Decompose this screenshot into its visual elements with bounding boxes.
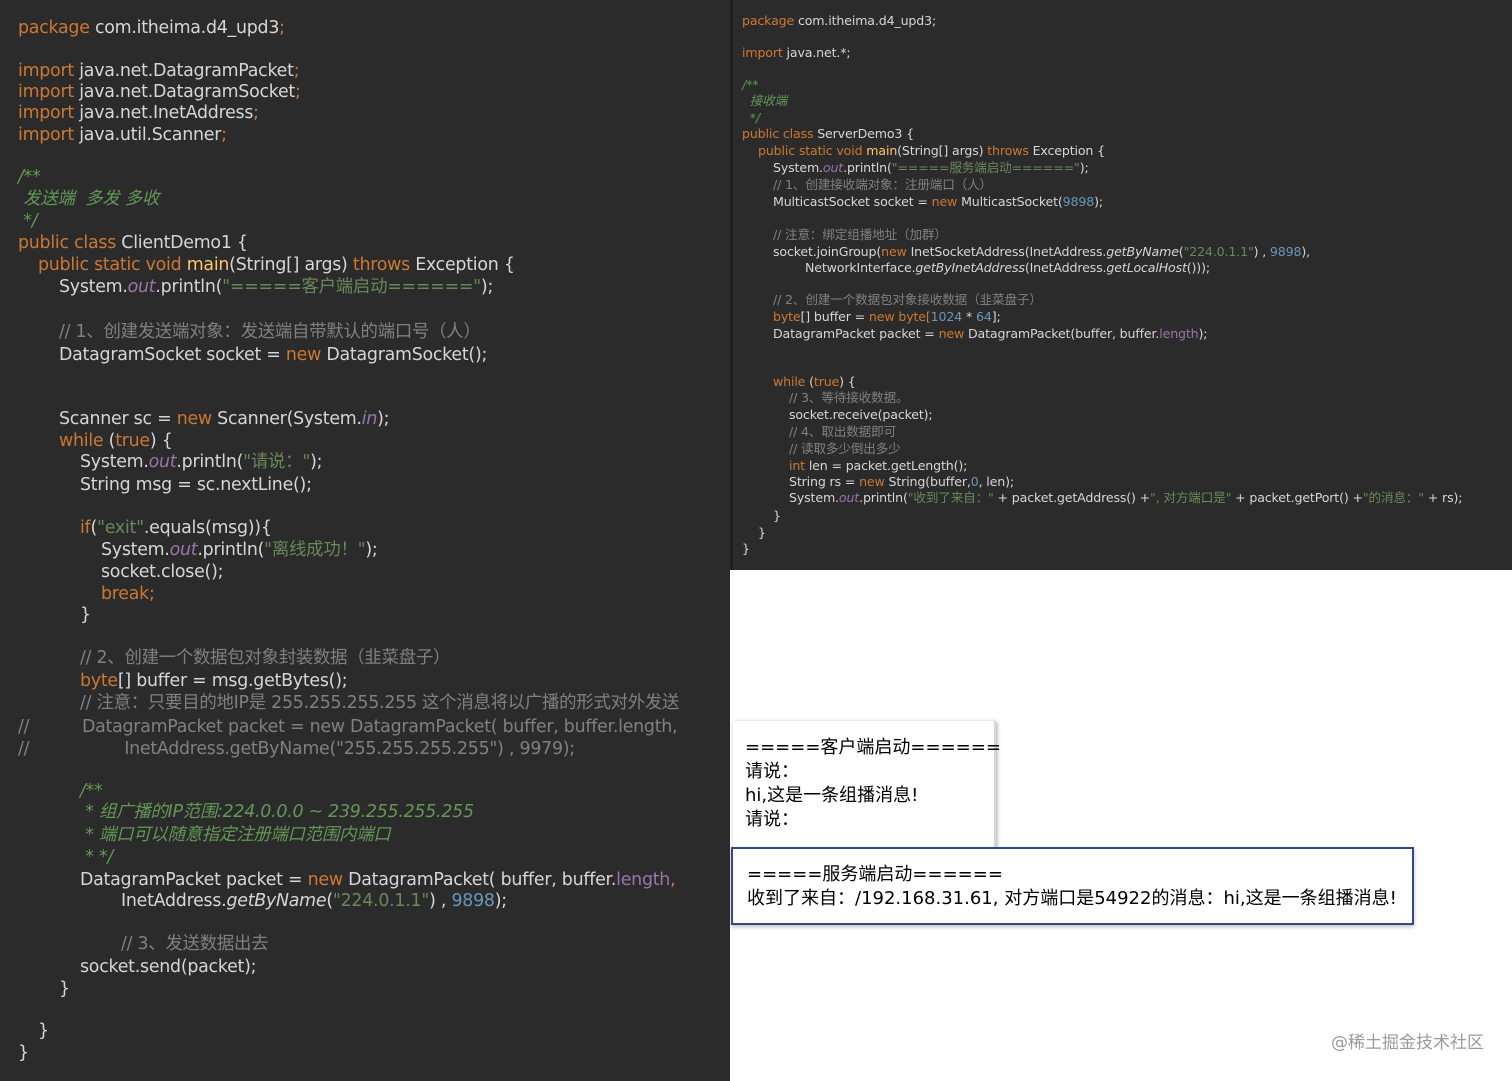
code-line: DatagramPacket packet = new DatagramPack…	[773, 326, 1208, 341]
code-line: }	[18, 1043, 29, 1063]
code-line: }	[758, 525, 766, 540]
code-line: if("exit".equals(msg)){	[80, 518, 272, 538]
doc-comment: * 组广播的IP范围:224.0.0.0 ~ 239.255.255.255	[80, 802, 474, 822]
code-line: public class ClientDemo1 {	[18, 233, 248, 253]
doc-comment: 发送端 多发 多收	[18, 189, 160, 209]
code-line: while (true) {	[773, 374, 856, 389]
code-line: InetAddress.getByName("224.0.1.1") , 989…	[121, 891, 507, 911]
code-line: }	[773, 508, 781, 523]
console-line: =====服务端启动======	[747, 864, 1003, 885]
code-line: System.out.println("离线成功！");	[101, 540, 378, 560]
doc-comment: */	[18, 211, 38, 231]
code-line: }	[80, 605, 91, 625]
code-line: socket.joinGroup(new InetSocketAddress(I…	[773, 244, 1310, 259]
code-line: import java.net.DatagramPacket;	[18, 61, 300, 81]
doc-comment: * */	[80, 847, 114, 867]
console-line: 收到了来自：/192.168.31.61, 对方端口是54922的消息：hi,这…	[747, 888, 1397, 909]
console-line: 请说：	[745, 761, 799, 782]
code-line: socket.send(packet);	[80, 957, 257, 977]
code-line: DatagramPacket packet = new DatagramPack…	[80, 870, 676, 890]
client-code-editor[interactable]: package com.itheima.d4_upd3; import java…	[0, 0, 730, 1081]
console-line: 请说：	[745, 809, 799, 830]
code-comment: // 3、发送数据出去	[121, 934, 269, 954]
doc-comment: * 端口可以随意指定注册端口范围内端口	[80, 825, 391, 845]
code-line: break;	[101, 584, 155, 604]
code-line: public static void main(String[] args) t…	[758, 143, 1105, 158]
code-line: String rs = new String(buffer,0, len);	[789, 474, 1014, 489]
code-line: Scanner sc = new Scanner(System.in);	[59, 409, 390, 429]
code-line: byte[] buffer = new byte[1024 * 64];	[773, 309, 1001, 324]
code-line: System.out.println("收到了来自：" + packet.get…	[789, 490, 1463, 505]
console-line: =====客户端启动======	[745, 737, 1001, 758]
code-line: }	[38, 1021, 49, 1041]
code-comment: // InetAddress.getByName("255.255.255.25…	[18, 739, 575, 759]
doc-comment: */	[742, 110, 760, 125]
code-comment: // 2、创建一个数据包对象接收数据（韭菜盘子）	[773, 292, 1042, 307]
server-console-output: =====服务端启动====== 收到了来自：/192.168.31.61, 对…	[731, 847, 1414, 925]
code-line: import java.net.InetAddress;	[18, 103, 259, 123]
code-comment: // DatagramPacket packet = new DatagramP…	[18, 717, 678, 737]
code-comment: // 注意：只要目的地IP是 255.255.255.255 这个消息将以广播的…	[80, 693, 680, 713]
code-comment: // 2、创建一个数据包对象封装数据（韭菜盘子）	[80, 648, 451, 668]
code-line: public class ServerDemo3 {	[742, 126, 915, 141]
code-comment: // 注意：绑定组播地址（加群）	[773, 227, 947, 242]
doc-comment: /**	[80, 781, 103, 801]
client-console-output: =====客户端启动====== 请说： hi,这是一条组播消息! 请说：	[733, 721, 1001, 847]
code-line: System.out.println("=====客户端启动======");	[59, 277, 494, 297]
code-comment: // 1、创建接收端对象：注册端口（人）	[773, 177, 993, 192]
code-line: package com.itheima.d4_upd3;	[18, 18, 285, 38]
doc-comment: /**	[742, 77, 759, 92]
code-line: import java.net.DatagramSocket;	[18, 82, 301, 102]
code-line: package com.itheima.d4_upd3;	[742, 13, 937, 28]
code-line: socket.close();	[101, 562, 224, 582]
doc-comment: /**	[18, 167, 41, 187]
console-line: hi,这是一条组播消息!	[745, 785, 919, 806]
doc-comment: 接收端	[742, 93, 788, 108]
code-line: while (true) {	[59, 431, 173, 451]
code-line: byte[] buffer = msg.getBytes();	[80, 671, 348, 691]
code-comment: // 3、等待接收数据。	[789, 390, 909, 405]
code-line: int len = packet.getLength();	[789, 458, 968, 473]
code-comment: // 1、创建发送端对象：发送端自带默认的端口号（人）	[59, 322, 481, 342]
watermark: @稀土掘金技术社区	[1331, 1033, 1484, 1053]
code-line: public static void main(String[] args) t…	[38, 255, 515, 275]
code-line: String msg = sc.nextLine();	[80, 475, 312, 495]
code-line: NetworkInterface.getByInetAddress(InetAd…	[805, 260, 1210, 275]
code-comment: // 读取多少倒出多少	[789, 441, 901, 456]
code-line: import java.util.Scanner;	[18, 125, 227, 145]
code-line: import java.net.*;	[742, 45, 851, 60]
code-line: }	[742, 541, 750, 556]
code-line: socket.receive(packet);	[789, 407, 933, 422]
code-line: System.out.println("=====服务端启动======");	[773, 160, 1089, 175]
code-line: DatagramSocket socket = new DatagramSock…	[59, 345, 488, 365]
code-line: System.out.println("请说：");	[80, 452, 323, 472]
server-code-editor[interactable]: package com.itheima.d4_upd3; import java…	[730, 0, 1512, 570]
code-line: MulticastSocket socket = new MulticastSo…	[773, 194, 1103, 209]
code-line: }	[59, 979, 70, 999]
code-comment: // 4、取出数据即可	[789, 424, 897, 439]
